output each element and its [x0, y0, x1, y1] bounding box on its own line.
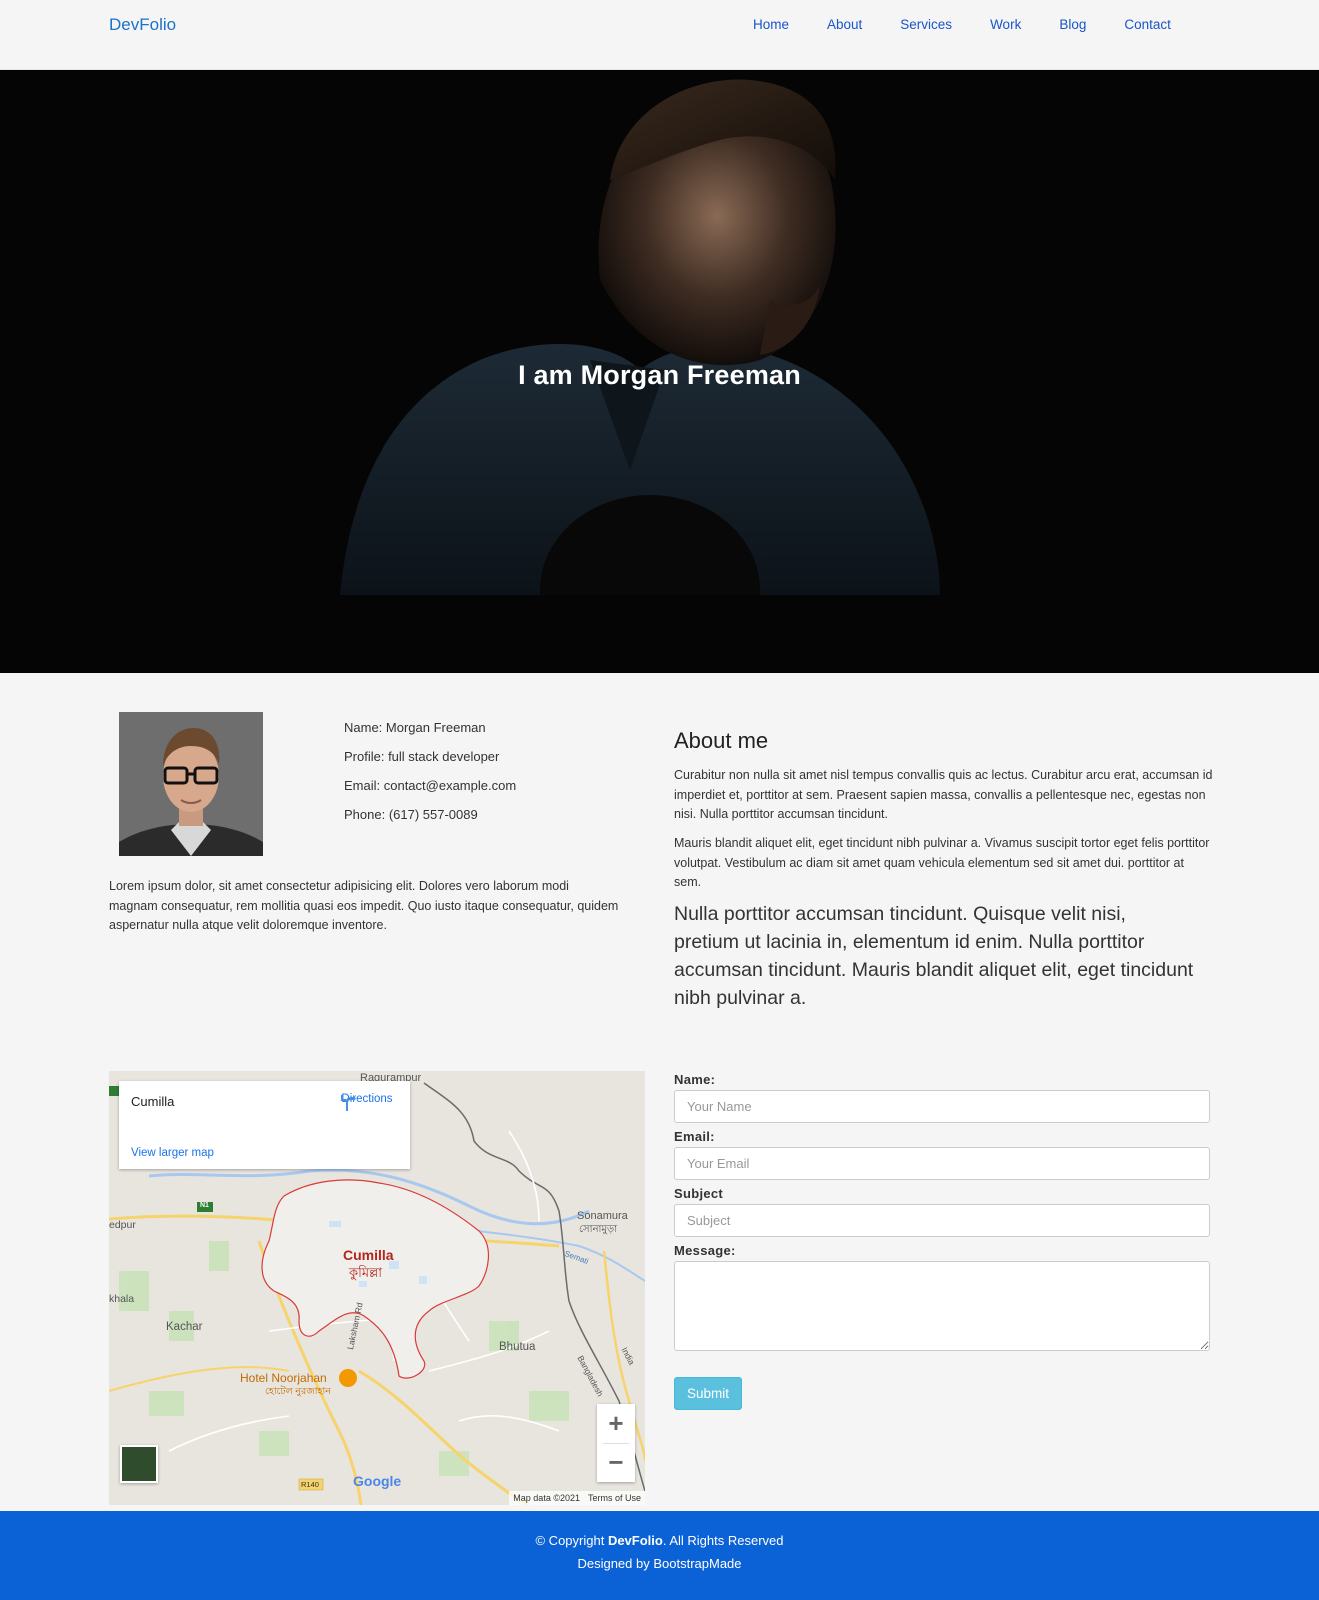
nav-item-contact[interactable]: Contact: [1124, 17, 1171, 32]
subject-input[interactable]: [674, 1204, 1210, 1237]
email-label: Email:: [674, 1129, 715, 1144]
directions-icon: [341, 1095, 356, 1111]
map-route-r140: R140: [301, 1480, 319, 1489]
message-textarea[interactable]: [674, 1261, 1210, 1351]
name-input[interactable]: [674, 1090, 1210, 1123]
map-label-cumilla: Cumilla: [343, 1247, 394, 1263]
footer-credits: Designed by BootstrapMade: [577, 1556, 742, 1571]
about-lead: Nulla porttitor accumsan tincidunt. Quis…: [674, 903, 1194, 1009]
map-label-sonamura-bn: সোনামুড়া: [579, 1224, 618, 1235]
nav-item-home[interactable]: Home: [753, 17, 789, 32]
map-info-card: Cumilla View larger map Directions: [119, 1081, 410, 1169]
map-label-kachar: Kachar: [166, 1321, 203, 1333]
footer: © Copyright DevFolio. All Rights Reserve…: [0, 1511, 1319, 1600]
footer-copyright: © Copyright DevFolio. All Rights Reserve…: [0, 1533, 1319, 1548]
map-zoom-controls: + −: [597, 1404, 635, 1482]
profile-info: Name: Morgan Freeman Profile: full stack…: [344, 713, 516, 829]
navbar: DevFolio Home About Services Work Blog C…: [0, 0, 1319, 70]
map-label-edpur: edpur: [109, 1219, 136, 1231]
nav-item-work[interactable]: Work: [990, 17, 1021, 32]
zoom-in-button[interactable]: +: [597, 1404, 635, 1443]
view-larger-map-link[interactable]: View larger map: [131, 1147, 214, 1159]
brand-logo[interactable]: DevFolio: [109, 15, 176, 35]
map-label-hotel: Hotel Noorjahan: [240, 1371, 327, 1385]
satellite-toggle[interactable]: [120, 1445, 158, 1483]
google-logo: Google: [353, 1473, 402, 1489]
contact-form: Name: Email: Subject Message: Submit: [674, 1072, 1210, 1410]
nav-menu: Home About Services Work Blog Contact: [753, 17, 1209, 32]
profile-phone: Phone: (617) 557-0089: [344, 807, 478, 822]
hero-section: I am Morgan Freeman: [0, 70, 1319, 673]
nav-item-about[interactable]: About: [827, 17, 862, 32]
profile-email: Email: contact@example.com: [344, 778, 517, 793]
nav-item-services[interactable]: Services: [900, 17, 952, 32]
subject-label: Subject: [674, 1186, 724, 1201]
profile-name: Name: Morgan Freeman: [344, 720, 486, 735]
profile-avatar: [119, 712, 263, 856]
about-paragraph-1: Curabitur non nulla sit amet nisl tempus…: [674, 768, 1213, 821]
about-paragraph-2: Mauris blandit aliquet elit, eget tincid…: [674, 836, 1210, 889]
email-input[interactable]: [674, 1147, 1210, 1180]
map-label-cumilla-bn: কুমিল্লা: [349, 1265, 383, 1280]
about-title: About me: [674, 728, 769, 753]
submit-button[interactable]: Submit: [674, 1377, 742, 1410]
map-label-khala: khala: [109, 1293, 135, 1305]
map-label-sonamura: Sonamura: [577, 1210, 628, 1222]
map-label-bhutua: Bhutua: [499, 1341, 536, 1353]
profile-role: Profile: full stack developer: [344, 749, 500, 764]
map-data-text: Map data ©2021: [513, 1493, 580, 1503]
map-place-name: Cumilla: [131, 1094, 175, 1109]
profile-photo: [119, 712, 263, 856]
map-label-hotel-bn: হোটেল নুরজাহান: [265, 1386, 331, 1397]
terms-of-use-link[interactable]: Terms of Use: [588, 1493, 641, 1503]
profile-bio: Lorem ipsum dolor, sit amet consectetur …: [109, 879, 619, 932]
hero-title: I am Morgan Freeman: [518, 360, 801, 390]
zoom-out-button[interactable]: −: [597, 1443, 635, 1482]
nav-item-blog[interactable]: Blog: [1059, 17, 1086, 32]
message-label: Message:: [674, 1243, 736, 1258]
directions-button[interactable]: Directions: [337, 1093, 397, 1111]
map-attribution: Map data ©2021 Terms of Use: [509, 1491, 645, 1505]
zoom-separator: [603, 1443, 629, 1444]
copyright-brand: DevFolio: [607, 1533, 663, 1548]
google-map-embed[interactable]: Ragurampur Sonamura সোনামুড়া Cumilla কু…: [109, 1071, 645, 1505]
copyright-suffix: . All Rights Reserved: [662, 1533, 784, 1548]
copyright-prefix: © Copyright: [535, 1533, 608, 1548]
name-label: Name:: [674, 1072, 716, 1087]
map-route-n1: N1: [200, 1202, 209, 1209]
